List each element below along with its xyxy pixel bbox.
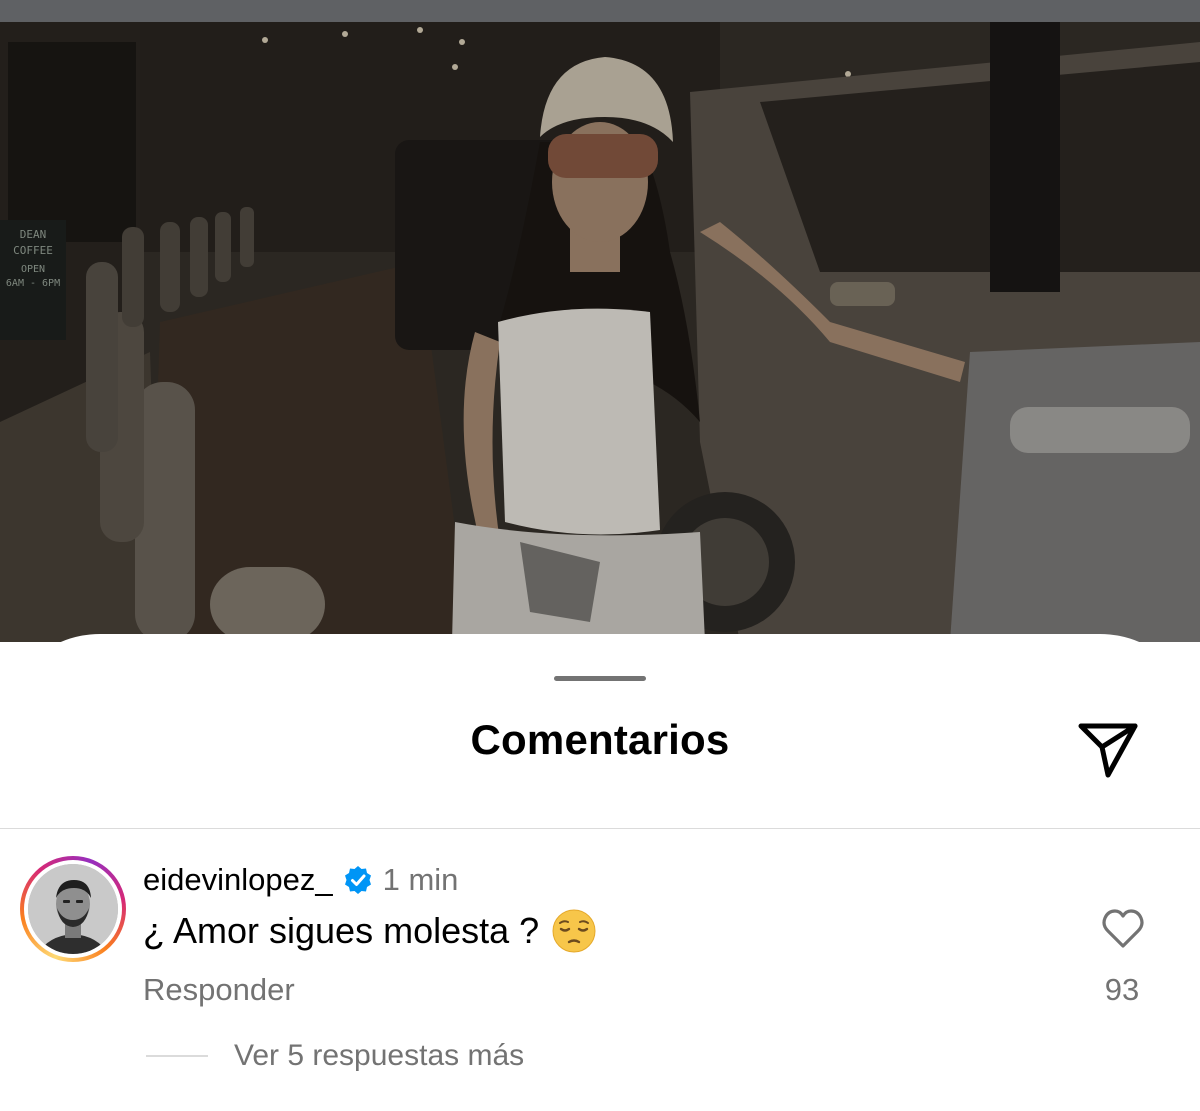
- avatar-ring-gap: [24, 860, 122, 958]
- sheet-title: Comentarios: [470, 716, 730, 763]
- comment-timestamp: 1 min: [382, 862, 459, 897]
- comments-sheet: Comentarios eidevinlopez_ 1 min ¿ Amor s…: [0, 634, 1200, 1111]
- avatar: [28, 864, 118, 954]
- reply-button[interactable]: Responder: [143, 972, 295, 1008]
- comment-body: ¿ Amor sigues molesta ?: [143, 908, 597, 954]
- top-bar: [0, 0, 1200, 22]
- comment-header: eidevinlopez_ 1 min: [143, 860, 458, 900]
- comment-text: ¿ Amor sigues molesta ?: [143, 910, 540, 951]
- pensive-face-emoji: [552, 909, 596, 953]
- comment-username[interactable]: eidevinlopez_: [143, 862, 333, 898]
- heart-outline-icon[interactable]: [1100, 906, 1146, 952]
- like-count: 93: [1104, 972, 1140, 1007]
- header-divider: [0, 828, 1200, 829]
- view-replies-label: Ver 5 respuestas más: [234, 1039, 525, 1072]
- avatar-story-ring[interactable]: [20, 856, 126, 962]
- share-button[interactable]: [1072, 714, 1144, 786]
- post-photo: DEAN COFFEE OPEN 6AM - 6PM: [0, 22, 1200, 642]
- view-replies-button[interactable]: Ver 5 respuestas más: [146, 1038, 524, 1074]
- replies-line: [146, 1055, 208, 1057]
- verified-badge-icon: [344, 866, 371, 894]
- paper-plane-icon: [1078, 723, 1138, 778]
- sheet-grabber[interactable]: [554, 676, 646, 681]
